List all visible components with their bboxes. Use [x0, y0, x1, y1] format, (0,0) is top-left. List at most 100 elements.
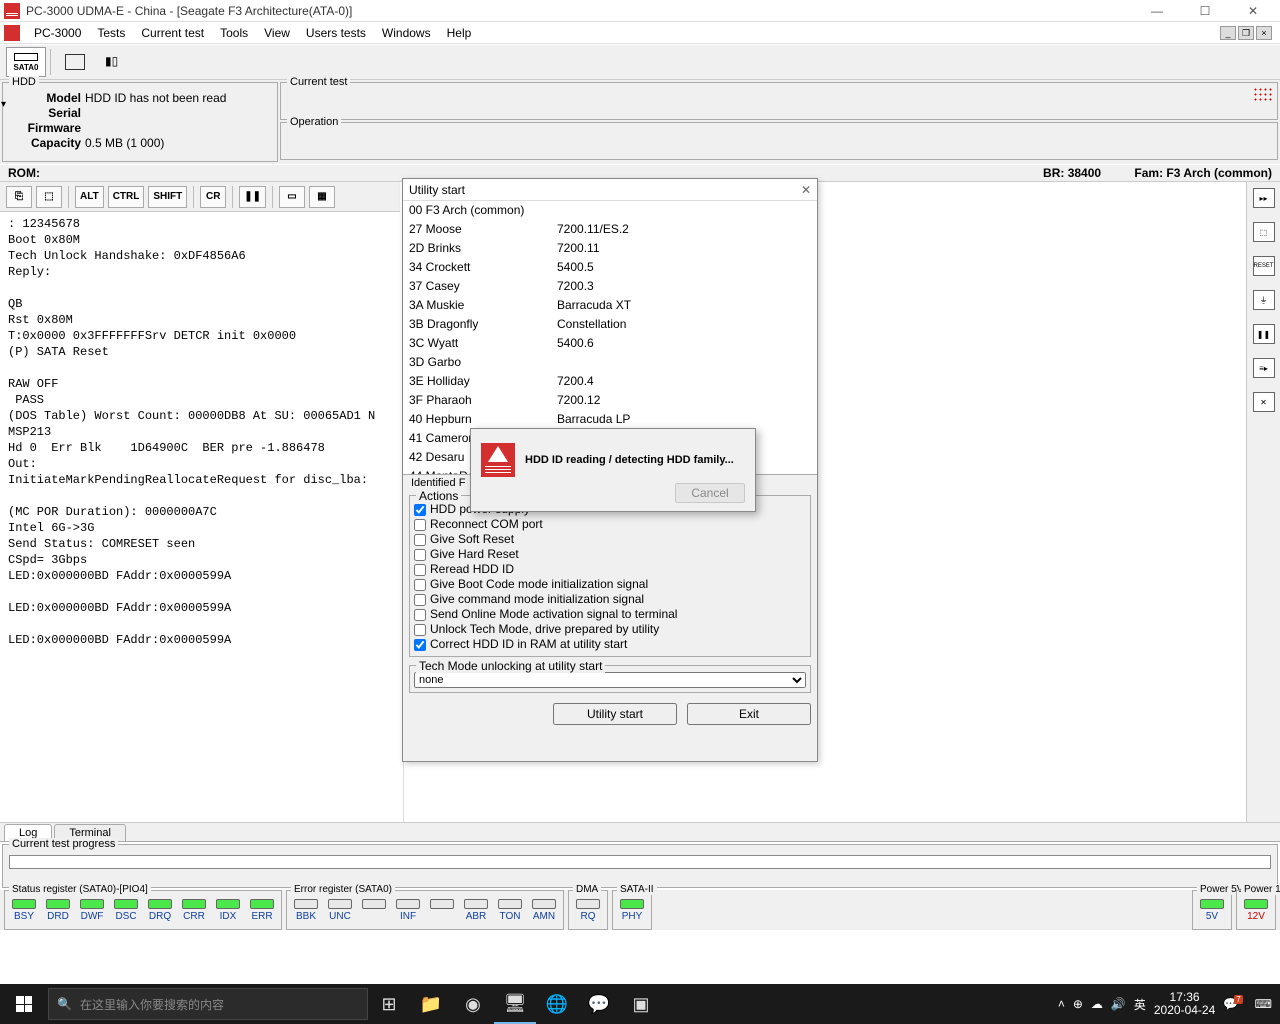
action-checkbox[interactable]: Correct HDD ID in RAM at utility start — [414, 637, 806, 652]
status-cell: BBK — [291, 899, 321, 927]
family-list-row[interactable]: 3E Holliday7200.4 — [403, 372, 817, 391]
tray-ime[interactable]: 英 — [1134, 996, 1146, 1013]
family-list-row[interactable]: 37 Casey7200.3 — [403, 277, 817, 296]
menu-view[interactable]: View — [256, 26, 298, 40]
current-test-panel: Current test — [280, 82, 1278, 120]
utility-start-button[interactable]: Utility start — [553, 703, 677, 725]
family-list-row[interactable]: 3B DragonflyConstellation — [403, 315, 817, 334]
term-btn-1[interactable]: ⎘ — [6, 186, 32, 208]
tech-mode-fieldset: Tech Mode unlocking at utility start non… — [409, 665, 811, 693]
close-button[interactable]: ✕ — [1238, 4, 1268, 18]
action-checkbox[interactable]: Give command mode initialization signal — [414, 592, 806, 607]
menu-users-tests[interactable]: Users tests — [298, 26, 374, 40]
vtool-tools-icon[interactable]: ✕ — [1253, 392, 1275, 412]
family-list-row[interactable]: 27 Moose7200.11/ES.2 — [403, 220, 817, 239]
tray-security-icon[interactable]: ⊕ — [1073, 997, 1083, 1011]
status-cell: INF — [393, 899, 423, 927]
shift-button[interactable]: SHIFT — [148, 186, 187, 208]
tray-cloud-icon[interactable]: ☁ — [1091, 997, 1103, 1011]
explorer-icon[interactable]: 📁 — [410, 984, 452, 1024]
bottom-tabs: Log Terminal — [0, 822, 1280, 842]
vtool-chip-icon[interactable]: ⬚ — [1253, 222, 1275, 242]
action-checkbox[interactable]: Give Hard Reset — [414, 547, 806, 562]
action-checkbox[interactable]: Give Soft Reset — [414, 532, 806, 547]
app-taskbar-icon[interactable]: 🖥 — [494, 984, 536, 1024]
hdd-model-value: HDD ID has not been read — [85, 91, 226, 106]
pause-button[interactable]: ❚❚ — [239, 186, 266, 208]
taskbar-clock[interactable]: 17:36 2020-04-24 — [1154, 991, 1215, 1017]
dialog-close-icon[interactable]: ✕ — [801, 183, 811, 197]
exit-button[interactable]: Exit — [687, 703, 811, 725]
family-list-row[interactable]: 3A MuskieBarracuda XT — [403, 296, 817, 315]
tray-up-icon[interactable]: ˄ — [1058, 997, 1065, 1011]
app-icon — [4, 3, 20, 19]
menu-pc3000[interactable]: PC-3000 — [26, 26, 89, 40]
menu-current-test[interactable]: Current test — [133, 26, 212, 40]
status-cell: ERR — [247, 899, 277, 927]
tray-keyboard-icon[interactable]: ⌨ — [1255, 997, 1272, 1011]
browser-icon[interactable]: 🌐 — [536, 984, 578, 1024]
status-cell: DRD — [43, 899, 73, 927]
terminal-output[interactable]: : 12345678 Boot 0x80M Tech Unlock Handsh… — [0, 212, 404, 822]
status-cell: DRQ — [145, 899, 175, 927]
minimize-button[interactable]: — — [1142, 4, 1172, 18]
sata-button[interactable]: SATA0 — [6, 47, 46, 77]
window-title: PC-3000 UDMA-E - China - [Seagate F3 Arc… — [26, 4, 1142, 18]
family-list-row[interactable]: 2D Brinks7200.11 — [403, 239, 817, 258]
app2-icon[interactable]: ▣ — [620, 984, 662, 1024]
taskbar-search[interactable]: 🔍 在这里输入你要搜索的内容 — [48, 988, 368, 1020]
family-list-row[interactable]: 3F Pharaoh7200.12 — [403, 391, 817, 410]
family-list-row[interactable]: 3D Garbo — [403, 353, 817, 372]
vtool-reset[interactable]: RESET — [1253, 256, 1275, 276]
family-list-row[interactable]: 00 F3 Arch (common) — [403, 201, 817, 220]
maximize-button[interactable]: ☐ — [1190, 4, 1220, 18]
mdi-close[interactable]: × — [1256, 26, 1272, 40]
expand-arrow[interactable]: ▾ — [1, 99, 6, 110]
wechat-icon[interactable]: 💬 — [578, 984, 620, 1024]
menu-windows[interactable]: Windows — [374, 26, 439, 40]
alt-button[interactable]: ALT — [75, 186, 104, 208]
vtool-1[interactable]: ▸▸ — [1253, 188, 1275, 208]
action-checkbox[interactable]: Send Online Mode activation signal to te… — [414, 607, 806, 622]
status-cell: RQ — [573, 899, 603, 927]
task-view-icon[interactable]: ⊞ — [368, 984, 410, 1024]
term-btn-4[interactable]: ▦ — [309, 186, 335, 208]
mdi-minimize[interactable]: _ — [1220, 26, 1236, 40]
action-checkbox[interactable]: Give Boot Code mode initialization signa… — [414, 577, 806, 592]
menu-tests[interactable]: Tests — [89, 26, 133, 40]
modal-cancel-button[interactable]: Cancel — [675, 483, 745, 503]
term-btn-3[interactable]: ▭ — [279, 186, 305, 208]
ctrl-button[interactable]: CTRL — [108, 186, 145, 208]
tool-align[interactable]: ▮▯ — [95, 47, 135, 77]
tech-mode-select[interactable]: none — [414, 672, 806, 688]
status-cell: DWF — [77, 899, 107, 927]
status-group: Error register (SATA0)BBKUNCINFABRTONAMN — [286, 890, 564, 930]
vtool-list-icon[interactable]: ≡▸ — [1253, 358, 1275, 378]
menu-tools[interactable]: Tools — [212, 26, 256, 40]
grip-icon[interactable] — [1253, 87, 1273, 101]
vtool-signal-icon[interactable]: ⏚ — [1253, 290, 1275, 310]
hdd-legend: HDD — [9, 76, 39, 88]
action-checkbox[interactable]: Reread HDD ID — [414, 562, 806, 577]
vtool-pause[interactable]: ❚❚ — [1253, 324, 1275, 344]
family-list-row[interactable]: 40 HepburnBarracuda LP — [403, 410, 817, 429]
term-btn-2[interactable]: ⬚ — [36, 186, 62, 208]
tray-volume-icon[interactable]: 🔊 — [1111, 997, 1126, 1011]
action-checkbox[interactable]: Unlock Tech Mode, drive prepared by util… — [414, 622, 806, 637]
start-button[interactable] — [0, 984, 48, 1024]
tool-copy[interactable] — [55, 47, 95, 77]
status-cell: TON — [495, 899, 525, 927]
status-group: SATA-IIPHY — [612, 890, 652, 930]
status-cell: BSY — [9, 899, 39, 927]
family-list-row[interactable]: 3C Wyatt5400.6 — [403, 334, 817, 353]
status-cell — [427, 899, 457, 927]
action-center-icon[interactable]: 💬7 — [1223, 997, 1246, 1011]
action-checkbox[interactable]: Reconnect COM port — [414, 517, 806, 532]
hdd-panel: HDD ▾ ModelHDD ID has not been read Seri… — [2, 82, 278, 162]
hdd-capacity-label: Capacity — [9, 136, 85, 151]
cr-button[interactable]: CR — [200, 186, 226, 208]
family-list-row[interactable]: 34 Crockett5400.5 — [403, 258, 817, 277]
chrome-icon[interactable]: ◉ — [452, 984, 494, 1024]
mdi-restore[interactable]: ❐ — [1238, 26, 1254, 40]
menu-help[interactable]: Help — [439, 26, 480, 40]
